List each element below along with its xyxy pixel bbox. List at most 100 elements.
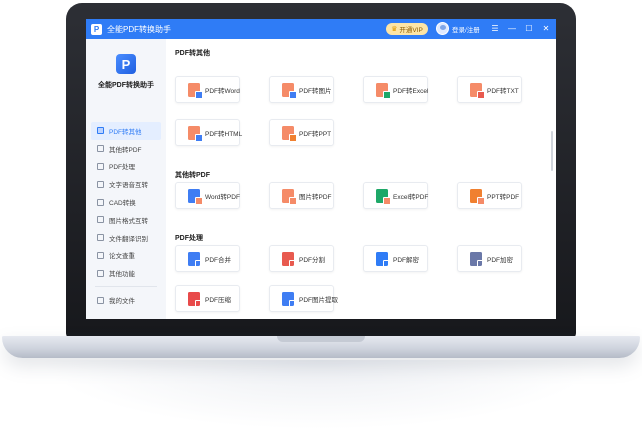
minimize-icon[interactable]: — [506, 22, 518, 36]
tool-card[interactable]: PDF转图片 [269, 76, 334, 103]
app-window: P 全能PDF转换助手 ♛ 开通VIP 登录/注册 ☰ — ☐ ✕ P 全能PD… [86, 19, 556, 319]
sidebar-item-image-format[interactable]: 图片格式互转 [91, 211, 161, 229]
tool-card-label: PDF解密 [393, 256, 419, 264]
tool-card[interactable]: PDF合并 [175, 245, 240, 272]
tool-card-label: Excel转PDF [393, 193, 429, 201]
pdf-tools-icon [97, 162, 104, 170]
tool-card[interactable]: Excel转PDF [363, 182, 428, 209]
tool-card[interactable]: PDF转Word [175, 76, 240, 103]
sidebar-item-translate[interactable]: 文件翻译识别 [91, 229, 161, 247]
image-to-pdf-icon [282, 188, 297, 205]
open-vip-button[interactable]: ♛ 开通VIP [386, 23, 428, 35]
avatar [436, 22, 449, 35]
sidebar-item-plagiarism[interactable]: 论文查重 [91, 247, 161, 265]
cad-icon [97, 198, 104, 206]
pdf-encrypt-icon [470, 251, 485, 268]
plagiarism-check-icon [97, 251, 104, 259]
sidebar-divider [95, 286, 157, 288]
tool-card[interactable]: Word转PDF [175, 182, 240, 209]
pdf-to-word-icon [188, 82, 203, 99]
tool-card[interactable]: PDF压缩 [175, 285, 240, 312]
pdf-to-ppt-icon [282, 125, 297, 142]
tool-card-label: PDF压缩 [205, 296, 231, 304]
login-label: 登录/注册 [452, 26, 480, 34]
close-icon[interactable]: ✕ [540, 22, 552, 36]
sidebar-item-label: PDF处理 [109, 164, 135, 172]
sidebar-item-label: 其他功能 [109, 271, 135, 279]
tool-card[interactable]: 图片转PDF [269, 182, 334, 209]
tool-card-label: 图片转PDF [299, 193, 332, 201]
word-to-pdf-icon [188, 188, 203, 205]
section-title-other-to-pdf: 其他转PDF [175, 172, 210, 179]
folder-icon [97, 296, 104, 304]
tool-card-label: PDF转Excel [393, 87, 429, 95]
pdf-decrypt-icon [376, 251, 391, 268]
tool-card-label: Word转PDF [205, 193, 240, 201]
tool-card[interactable]: PDF转TXT [457, 76, 522, 103]
crown-icon: ♛ [391, 26, 398, 33]
sidebar-item-label: 我的文件 [109, 298, 135, 306]
window-title: 全能PDF转换助手 [107, 24, 171, 34]
pdf-merge-icon [188, 251, 203, 268]
tool-card-label: PDF转Word [205, 87, 240, 95]
tool-card[interactable]: PDF图片提取 [269, 285, 338, 312]
tool-card-label: PDF转PPT [299, 130, 332, 138]
sidebar-item-text-speech[interactable]: 文字语音互转 [91, 175, 161, 193]
main-content: PDF转其他 其他转PDF PDF处理 PDF转Word PDF转图片 PDF转Ex… [166, 39, 556, 319]
menu-icon[interactable]: ☰ [489, 22, 501, 36]
maximize-icon[interactable]: ☐ [523, 22, 535, 36]
vip-label: 开通VIP [399, 27, 423, 34]
title-bar: P 全能PDF转换助手 ♛ 开通VIP 登录/注册 ☰ — ☐ ✕ [86, 19, 556, 39]
pdf-split-icon [282, 251, 297, 268]
login-button[interactable]: 登录/注册 [436, 22, 480, 35]
sidebar-item-my-files[interactable]: 我的文件 [91, 291, 161, 309]
grid-icon [97, 269, 104, 277]
file-convert-icon [97, 145, 104, 153]
tool-card[interactable]: PDF转HTML [175, 119, 243, 146]
brand-name: 全能PDF转换助手 [98, 82, 154, 89]
tool-card-label: PDF转HTML [205, 130, 243, 138]
sidebar-item-label: 图片格式互转 [109, 217, 148, 225]
tool-card-label: PPT转PDF [487, 193, 520, 201]
sidebar-item-label: 其他转PDF [109, 146, 142, 154]
pdf-to-image-icon [282, 82, 297, 99]
sidebar-item-pdf-to-other[interactable]: PDF转其他 [91, 122, 161, 140]
brand-logo-icon: P [116, 54, 136, 74]
section-title-pdf-process: PDF处理 [175, 235, 203, 242]
sidebar-nav: PDF转其他 其他转PDF PDF处理 文字语音互转 CAD转换 图片格式互转 … [91, 122, 161, 309]
tool-card-label: PDF分割 [299, 256, 325, 264]
section-title-pdf-to-other: PDF转其他 [175, 50, 210, 57]
sidebar: P 全能PDF转换助手 PDF转其他 其他转PDF PDF处理 文字语音互转 C… [86, 39, 166, 319]
laptop-notch [277, 336, 365, 342]
app-logo-icon: P [91, 23, 102, 35]
sidebar-item-label: CAD转换 [109, 200, 136, 208]
tool-card[interactable]: PDF转PPT [269, 119, 334, 146]
tool-card-label: PDF合并 [205, 256, 231, 264]
tool-card[interactable]: PDF解密 [363, 245, 428, 272]
tool-card[interactable]: PDF分割 [269, 245, 334, 272]
sidebar-item-other-to-pdf[interactable]: 其他转PDF [91, 140, 161, 158]
tool-card[interactable]: PDF转Excel [363, 76, 428, 103]
pdf-to-html-icon [188, 125, 203, 142]
sidebar-item-cad[interactable]: CAD转换 [91, 193, 161, 211]
sidebar-item-other-functions[interactable]: 其他功能 [91, 264, 161, 282]
sidebar-item-label: 文字语音互转 [109, 182, 148, 190]
tool-card[interactable]: PPT转PDF [457, 182, 522, 209]
pdf-compress-icon [188, 291, 203, 308]
tool-card-label: PDF转TXT [487, 87, 519, 95]
tool-card-label: PDF转图片 [299, 87, 332, 95]
sidebar-item-pdf-process[interactable]: PDF处理 [91, 158, 161, 176]
translate-icon [97, 234, 104, 242]
pdf-image-extract-icon [282, 291, 297, 308]
ppt-to-pdf-icon [470, 188, 485, 205]
text-speech-icon [97, 180, 104, 188]
pdf-convert-icon [97, 127, 104, 135]
pdf-to-excel-icon [376, 82, 391, 99]
scrollbar[interactable] [551, 131, 553, 171]
sidebar-item-label: PDF转其他 [109, 128, 142, 136]
laptop-reflection [40, 360, 600, 430]
sidebar-item-label: 文件翻译识别 [109, 235, 148, 243]
tool-card[interactable]: PDF加密 [457, 245, 522, 272]
sidebar-item-label: 论文查重 [109, 253, 135, 261]
tool-card-label: PDF加密 [487, 256, 513, 264]
